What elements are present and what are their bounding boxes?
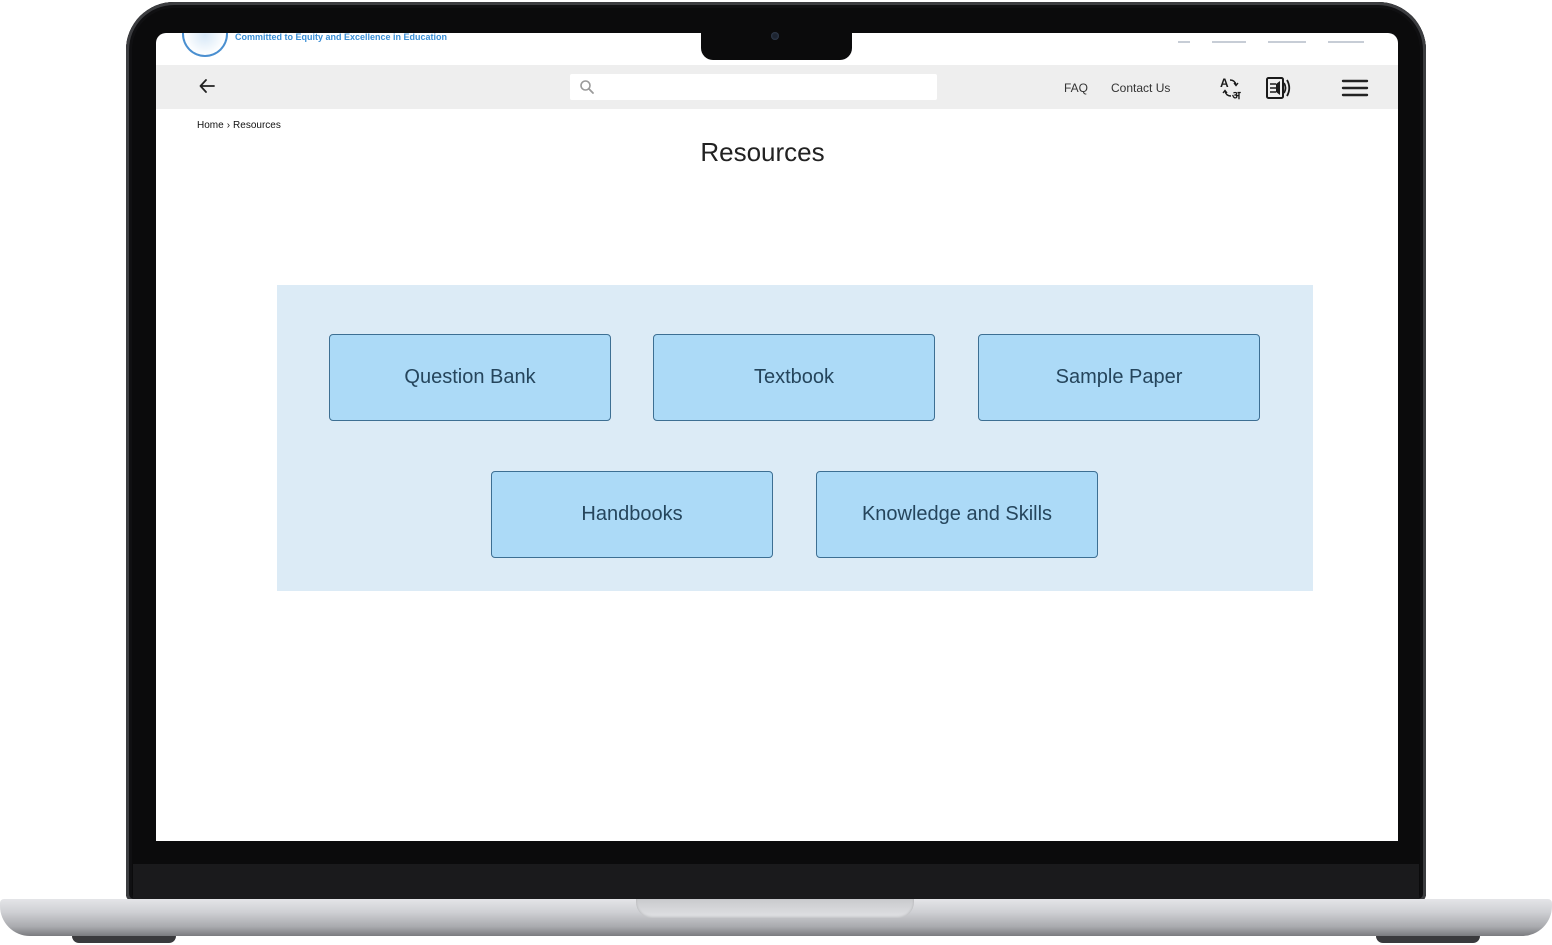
handbooks-button[interactable]: Handbooks: [491, 471, 773, 558]
camera-icon: [771, 32, 779, 40]
site-tagline: Committed to Equity and Excellence in Ed…: [235, 33, 448, 42]
search-icon[interactable]: [579, 79, 595, 95]
partner-logo-icon: [1328, 33, 1364, 43]
partner-logo-icon: [1212, 33, 1246, 43]
breadcrumb-home-link[interactable]: Home: [197, 120, 224, 131]
question-bank-button[interactable]: Question Bank: [329, 334, 611, 421]
read-aloud-icon[interactable]: [1264, 74, 1292, 102]
contact-us-link[interactable]: Contact Us: [1111, 81, 1170, 95]
sample-paper-button[interactable]: Sample Paper: [978, 334, 1260, 421]
svg-text:अ: अ: [1232, 89, 1241, 102]
emblem-logo-icon: [182, 33, 228, 57]
search-box: [570, 74, 937, 102]
back-arrow-icon: [199, 79, 215, 93]
screen: Committed to Equity and Excellence in Ed…: [156, 33, 1398, 841]
partner-logo-icon: [1178, 33, 1190, 43]
partner-logos: [1178, 33, 1364, 43]
top-toolbar: FAQ Contact Us A अ: [156, 65, 1398, 109]
back-button[interactable]: [196, 75, 218, 97]
laptop-foot-right: [1376, 936, 1480, 943]
resources-panel: Question Bank Textbook Sample Paper Hand…: [277, 285, 1313, 591]
search-input[interactable]: [598, 74, 932, 102]
breadcrumb-current: Resources: [233, 120, 281, 131]
laptop-base-notch: [636, 899, 914, 918]
breadcrumb-separator: ›: [226, 120, 231, 131]
partner-logo-icon: [1268, 33, 1306, 43]
translate-icon[interactable]: A अ: [1218, 74, 1246, 102]
laptop-foot-left: [72, 936, 176, 943]
textbook-button[interactable]: Textbook: [653, 334, 935, 421]
breadcrumb: Home › Resources: [197, 120, 281, 131]
faq-link[interactable]: FAQ: [1064, 81, 1088, 95]
laptop-bottom-bezel: [133, 864, 1419, 900]
hamburger-menu-icon[interactable]: [1341, 77, 1369, 99]
page-title: Resources: [700, 137, 825, 167]
knowledge-and-skills-button[interactable]: Knowledge and Skills: [816, 471, 1098, 558]
svg-text:A: A: [1220, 76, 1229, 90]
